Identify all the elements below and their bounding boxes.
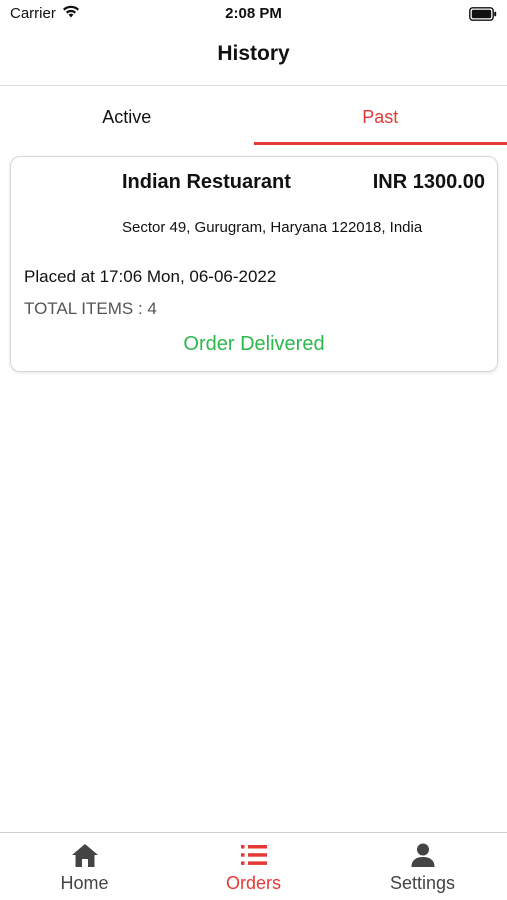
tab-bar-home[interactable]: Home	[0, 833, 169, 900]
order-placed-at: Placed at 17:06 Mon, 06-06-2022	[24, 267, 277, 286]
restaurant-name: Indian Restuarant	[122, 171, 291, 193]
nav-header: History	[0, 28, 507, 86]
order-status: Order Delivered	[183, 333, 325, 355]
battery-icon	[469, 7, 497, 26]
status-time: 2:08 PM	[225, 5, 282, 22]
bottom-tab-bar: Home Orders Settings	[0, 832, 507, 900]
page-title: History	[217, 42, 290, 65]
restaurant-address: Sector 49, Gurugram, Haryana 122018, Ind…	[122, 219, 423, 236]
list-icon	[239, 841, 269, 869]
screen: Carrier 2:08 PM History Active Past Indi…	[0, 0, 507, 900]
order-total-items: TOTAL ITEMS : 4	[24, 299, 157, 318]
tab-active[interactable]: Active	[0, 87, 254, 145]
person-icon	[408, 841, 438, 869]
order-amount: INR 1300.00	[372, 171, 485, 193]
history-tabs: Active Past	[0, 87, 507, 145]
tab-bar-orders-label: Orders	[225, 873, 281, 893]
tab-past[interactable]: Past	[253, 87, 507, 145]
tab-active-label: Active	[102, 107, 152, 127]
home-icon	[70, 841, 100, 869]
status-bar: Carrier 2:08 PM	[0, 0, 507, 28]
order-card[interactable]: Indian Restuarant INR 1300.00 Sector 49,…	[10, 156, 498, 372]
tab-selected-indicator	[253, 142, 507, 145]
tab-bar-home-label: Home	[60, 873, 109, 893]
tab-past-label: Past	[362, 107, 399, 127]
tab-bar-settings-label: Settings	[389, 873, 456, 893]
tab-bar-orders[interactable]: Orders	[169, 833, 338, 900]
tab-bar-settings[interactable]: Settings	[338, 833, 507, 900]
